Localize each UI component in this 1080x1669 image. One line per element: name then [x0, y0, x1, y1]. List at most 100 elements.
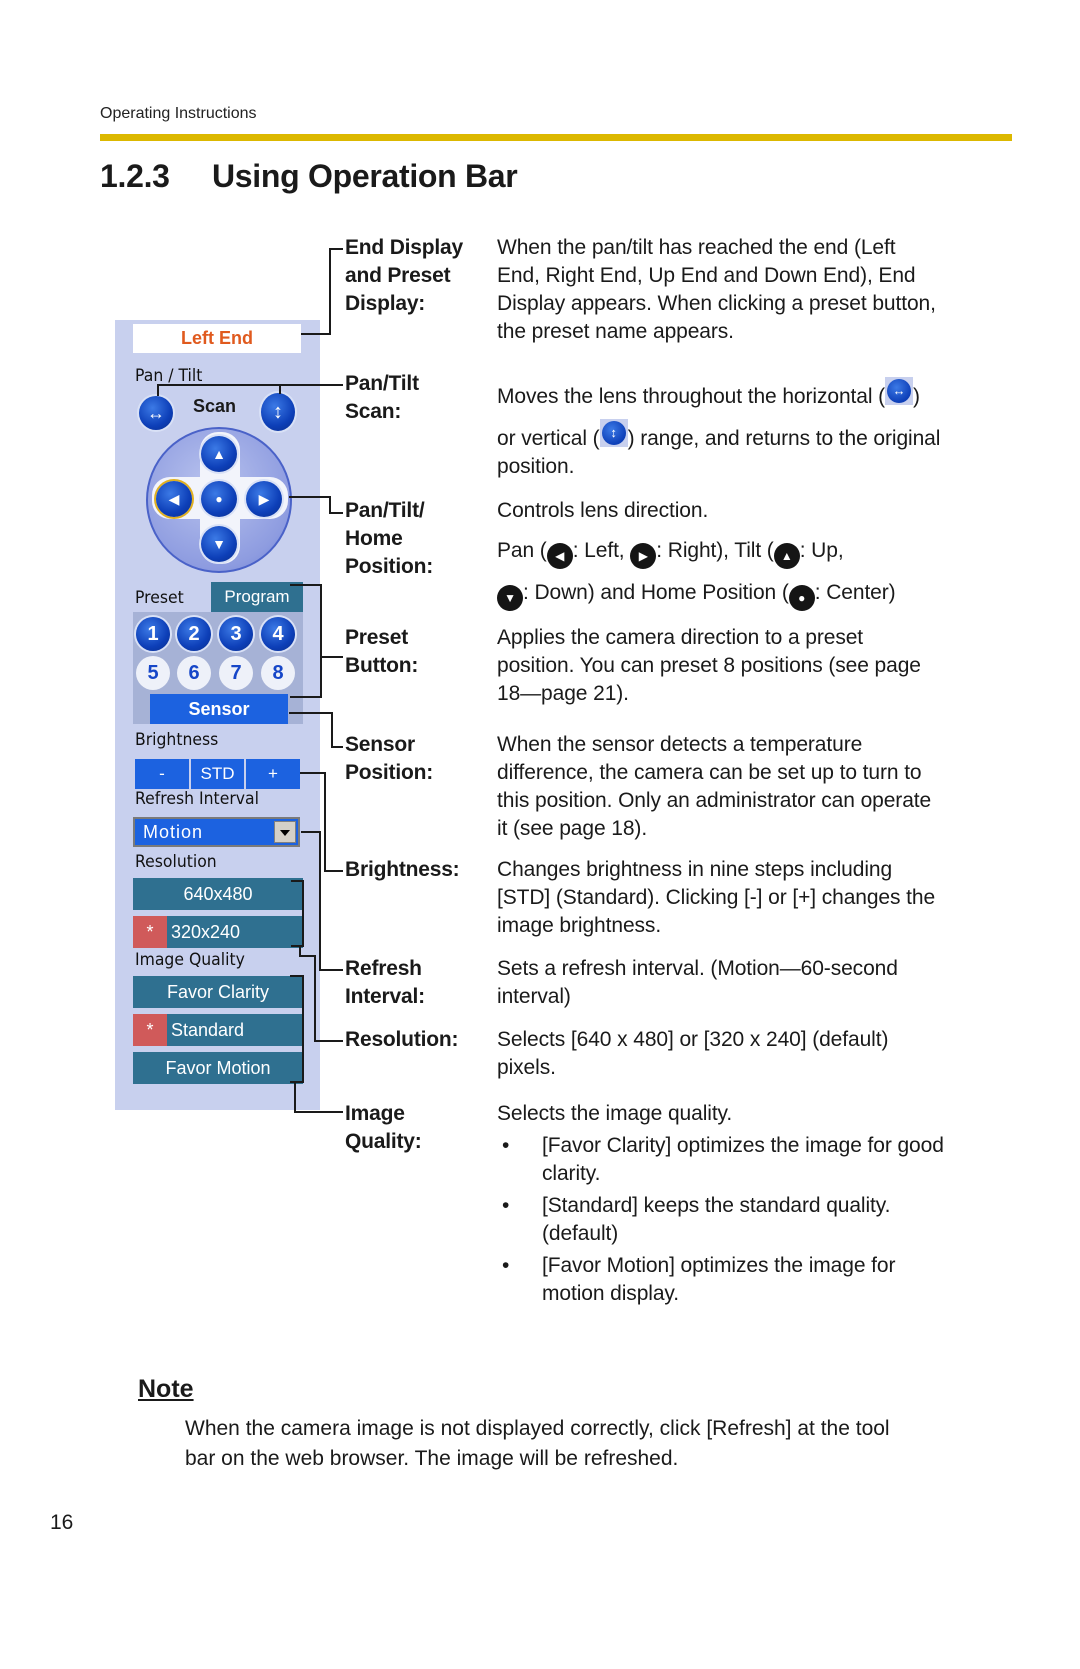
right-arrow-icon: ▶: [258, 490, 270, 507]
term-line: Quality:: [345, 1130, 422, 1153]
preset-button-4[interactable]: 4: [261, 617, 295, 651]
term-line: Position:: [345, 761, 434, 784]
quality-option-favor-motion[interactable]: Favor Motion: [133, 1052, 303, 1084]
scan-label: Scan: [193, 396, 237, 416]
home-dot-icon: ●: [788, 585, 815, 611]
desc-text: : Up,: [799, 539, 844, 562]
selected-star-icon: *: [133, 1014, 167, 1046]
preset-button-7[interactable]: 7: [219, 656, 253, 690]
desc-line: the preset name appears.: [497, 320, 734, 343]
preset-button-1[interactable]: 1: [136, 617, 170, 651]
horizontal-scan-icon: ↔: [885, 377, 914, 405]
brightness-std-button[interactable]: STD: [191, 759, 244, 789]
desc-line: it (see page 18).: [497, 817, 648, 840]
term-line: Resolution:: [345, 1028, 459, 1051]
term-line: Pan/Tilt: [345, 372, 419, 395]
term-line: Position:: [345, 555, 434, 578]
right-arrow-icon: ▶: [630, 543, 657, 569]
desc-text: : Center): [814, 581, 896, 604]
program-tab[interactable]: Program: [211, 582, 303, 612]
refresh-interval-select[interactable]: Motion: [133, 817, 300, 847]
note-body: When the camera image is not displayed c…: [185, 1414, 1005, 1474]
brightness-minus-button[interactable]: -: [135, 759, 189, 789]
desc-line: When the pan/tilt has reached the end (L…: [497, 236, 896, 259]
term-pan-tilt-home: Pan/Tilt/ Home Position:: [345, 497, 433, 581]
desc-preset-button: Applies the camera direction to a preset…: [497, 624, 1007, 708]
section-title: 1.2.3 Using Operation Bar: [100, 158, 518, 195]
term-line: Scan:: [345, 400, 402, 423]
term-line: Refresh: [345, 957, 422, 980]
brightness-controls: - STD +: [135, 759, 300, 789]
term-pan-tilt-scan: Pan/Tilt Scan:: [345, 370, 419, 426]
pan-tilt-label: Pan / Tilt: [135, 366, 203, 386]
resolution-option-640x480[interactable]: 640x480: [133, 878, 303, 910]
term-line: Sensor: [345, 733, 415, 756]
preset-label: Preset: [135, 588, 184, 608]
pan-left-button[interactable]: ◀: [156, 481, 192, 517]
brightness-label: Brightness: [135, 730, 219, 750]
bullet-item: • [Standard] keeps the standard quality.…: [497, 1192, 1007, 1248]
preset-button-3[interactable]: 3: [219, 617, 253, 651]
down-arrow-icon: ▼: [497, 585, 523, 611]
bullet-item: • [Favor Motion] optimizes the image for…: [497, 1252, 1007, 1308]
vertical-arrows-icon: ↕: [273, 400, 283, 423]
desc-line: position.: [497, 455, 575, 478]
desc-line: interval): [497, 985, 571, 1008]
term-line: and Preset: [345, 264, 451, 287]
bullet-line: [Favor Clarity] optimizes the image for …: [542, 1134, 944, 1157]
desc-line: this position. Only an administrator can…: [497, 789, 932, 812]
term-refresh-interval: Refresh Interval:: [345, 955, 425, 1011]
term-line: Interval:: [345, 985, 425, 1008]
note-line: bar on the web browser. The image will b…: [185, 1447, 679, 1470]
scan-horizontal-button[interactable]: ↔: [139, 396, 173, 430]
left-arrow-icon: ◀: [168, 490, 180, 507]
desc-line: Sets a refresh interval. (Motion—60-seco…: [497, 957, 898, 980]
note-title: Note: [138, 1375, 194, 1403]
desc-line: Changes brightness in nine steps includi…: [497, 858, 893, 881]
bullet-icon: •: [502, 1194, 510, 1217]
bullet-icon: •: [502, 1134, 510, 1157]
bullet-line: [Favor Motion] optimizes the image for: [542, 1254, 896, 1277]
term-line: Display:: [345, 292, 426, 315]
scan-vertical-button[interactable]: ↕: [261, 393, 295, 431]
preset-button-6[interactable]: 6: [177, 656, 211, 690]
desc-line: ▼: Down) and Home Position (●: Center): [497, 579, 1007, 611]
up-arrow-icon: ▲: [212, 446, 226, 462]
brightness-plus-button[interactable]: +: [246, 759, 300, 789]
desc-line: End, Right End, Up End and Down End), En…: [497, 264, 916, 287]
bullet-line: [Standard] keeps the standard quality.: [542, 1194, 891, 1217]
pan-right-button[interactable]: ▶: [246, 481, 282, 517]
desc-line: When the sensor detects a temperature: [497, 733, 863, 756]
dropdown-arrow-icon[interactable]: [274, 821, 296, 843]
option-label: Favor Clarity: [166, 982, 269, 1002]
note-line: When the camera image is not displayed c…: [185, 1417, 890, 1440]
home-position-button[interactable]: ●: [201, 481, 237, 517]
desc-line: position. You can preset 8 positions (se…: [497, 654, 921, 677]
quality-option-standard[interactable]: * Standard: [133, 1014, 303, 1046]
end-display: Left End: [133, 324, 301, 353]
preset-button-2[interactable]: 2: [177, 617, 211, 651]
option-label: Favor Motion: [165, 1058, 271, 1078]
preset-button-8[interactable]: 8: [261, 656, 295, 690]
preset-button-5[interactable]: 5: [136, 656, 170, 690]
desc-text: Moves the lens throughout the horizontal…: [497, 385, 886, 408]
desc-line: Display appears. When clicking a preset …: [497, 292, 936, 315]
term-resolution: Resolution:: [345, 1026, 458, 1054]
desc-pan-tilt-home: Controls lens direction. Pan (◀: Left, ▶…: [497, 497, 1007, 611]
selected-star-icon: *: [133, 916, 167, 948]
term-line: Image: [345, 1102, 405, 1125]
bullet-line: motion display.: [542, 1282, 680, 1305]
refresh-interval-label: Refresh Interval: [135, 789, 259, 809]
resolution-option-320x240[interactable]: * 320x240: [133, 916, 303, 948]
desc-resolution: Selects [640 x 480] or [320 x 240] (defa…: [497, 1026, 1007, 1082]
term-end-display: End Display and Preset Display:: [345, 234, 463, 318]
horizontal-arrows-icon: ↔: [147, 402, 165, 423]
section-heading: Using Operation Bar: [212, 158, 518, 194]
quality-option-favor-clarity[interactable]: Favor Clarity: [133, 976, 303, 1008]
tilt-down-button[interactable]: ▼: [201, 526, 237, 562]
sensor-button[interactable]: Sensor: [150, 694, 288, 724]
tilt-up-button[interactable]: ▲: [201, 436, 237, 472]
desc-line: Applies the camera direction to a preset: [497, 626, 864, 649]
term-line: Pan/Tilt/: [345, 499, 425, 522]
page-number: 16: [50, 1511, 74, 1534]
